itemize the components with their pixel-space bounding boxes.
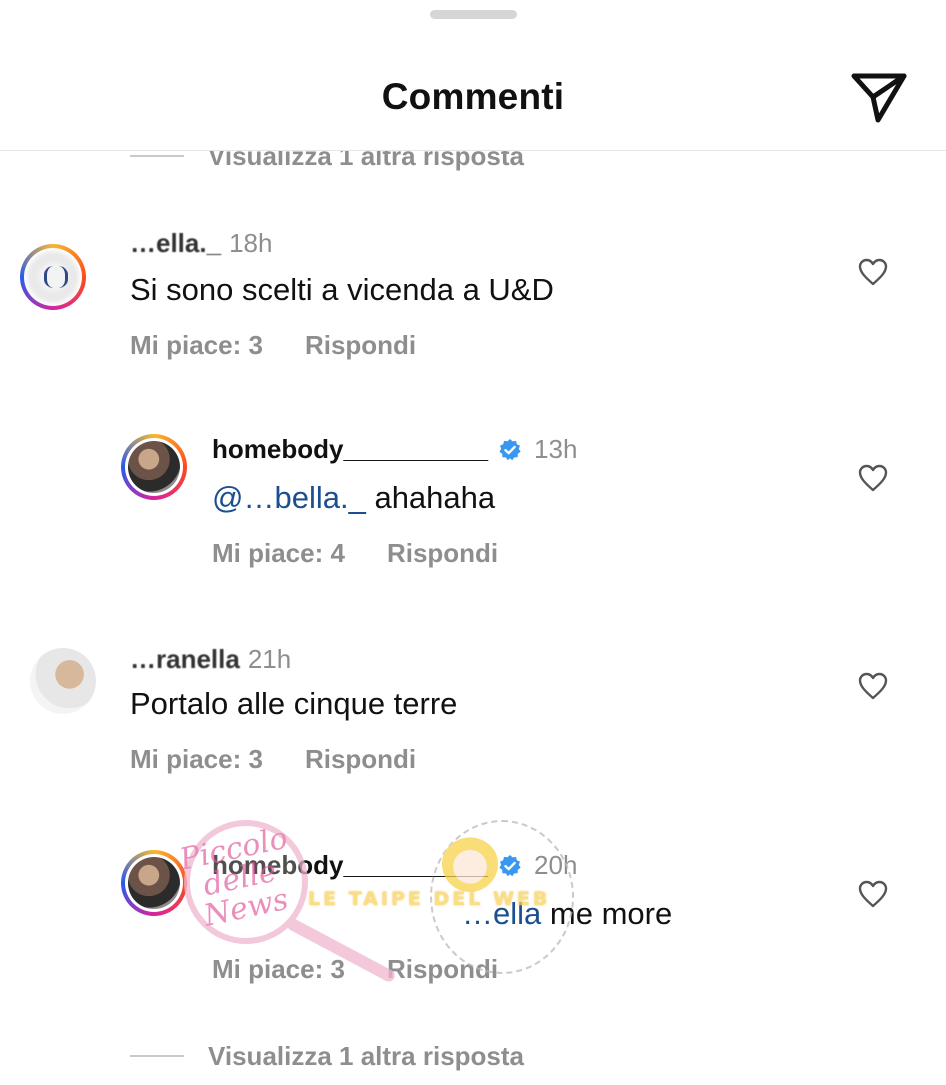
- comment-meta: homebody__________ 20h: [212, 850, 577, 881]
- comment-time: 13h: [534, 434, 578, 464]
- reply-button[interactable]: Rispondi: [305, 330, 416, 361]
- avatar-photo: [128, 441, 180, 493]
- verified-badge-icon: [499, 438, 521, 460]
- verified-badge-icon: [499, 854, 521, 876]
- avatar[interactable]: [121, 850, 187, 916]
- like-count[interactable]: Mi piace: 3: [130, 744, 263, 775]
- like-heart-icon[interactable]: [858, 258, 888, 286]
- view-more-replies-bottom[interactable]: Visualizza 1 altra risposta: [130, 1036, 524, 1076]
- comment-username[interactable]: …ranella: [130, 644, 240, 675]
- comment-meta: …ranella 21h: [130, 644, 291, 675]
- comment-actions: Mi piace: 3 Rispondi: [130, 744, 416, 775]
- comment-text: Portalo alle cinque terre: [130, 686, 458, 721]
- like-heart-icon[interactable]: [858, 880, 888, 908]
- paper-plane-icon: [851, 73, 907, 123]
- comment-text-content: ahahaha: [374, 480, 496, 515]
- reply-item: homebody__________ 13h @…bella._ ahahaha…: [0, 420, 946, 580]
- comment-item: …ranella 21h Portalo alle cinque terre M…: [0, 628, 946, 788]
- comment-actions: Mi piace: 3 Rispondi: [212, 954, 498, 985]
- page-title: Commenti: [381, 76, 565, 117]
- avatar[interactable]: [121, 434, 187, 500]
- avatar[interactable]: [20, 244, 86, 310]
- thread-line: [130, 1055, 184, 1057]
- like-heart-icon[interactable]: [858, 464, 888, 492]
- comment-time: 20h: [534, 850, 578, 880]
- comment-username[interactable]: homebody__________: [212, 434, 488, 465]
- comment-username[interactable]: homebody__________: [212, 850, 488, 881]
- thread-line: [130, 155, 184, 157]
- avatar-photo: [128, 857, 180, 909]
- view-more-replies-label: Visualizza 1 altra risposta: [208, 1040, 524, 1071]
- reply-item: homebody__________ 20h …ella me more Mi …: [0, 834, 946, 994]
- like-heart-icon[interactable]: [858, 672, 888, 700]
- avatar[interactable]: [30, 648, 96, 714]
- like-count[interactable]: Mi piace: 3: [212, 954, 345, 985]
- comments-sheet: Commenti Visualizza 1 altra risposta …el…: [0, 0, 946, 1085]
- sheet-drag-handle[interactable]: [430, 10, 517, 19]
- comment-actions: Mi piace: 3 Rispondi: [130, 330, 416, 361]
- comment-text: Si sono scelti a vicenda a U&D: [130, 272, 554, 307]
- comment-username[interactable]: …ella._: [130, 228, 221, 259]
- comment-text: …ella me more: [462, 896, 672, 932]
- share-button[interactable]: [846, 68, 912, 128]
- like-count[interactable]: Mi piace: 3: [130, 330, 263, 361]
- comment-meta: homebody__________ 13h: [212, 434, 577, 465]
- reply-button[interactable]: Rispondi: [305, 744, 416, 775]
- comment-item: …ella._ 18h Si sono scelti a vicenda a U…: [0, 212, 946, 372]
- comment-text-content: me more: [549, 896, 673, 931]
- comment-time: 21h: [247, 644, 292, 674]
- comment-meta: …ella._ 18h: [130, 228, 272, 259]
- comment-actions: Mi piace: 4 Rispondi: [212, 538, 498, 569]
- reply-button[interactable]: Rispondi: [387, 954, 498, 985]
- mention-link[interactable]: @…bella._: [212, 480, 366, 515]
- reply-button[interactable]: Rispondi: [387, 538, 498, 569]
- comment-time: 18h: [229, 228, 273, 258]
- mention-link[interactable]: …ella: [462, 896, 541, 931]
- like-count[interactable]: Mi piace: 4: [212, 538, 345, 569]
- comment-text: @…bella._ ahahaha: [212, 480, 495, 516]
- comments-header: Commenti: [0, 40, 946, 151]
- avatar-mark: [44, 266, 68, 288]
